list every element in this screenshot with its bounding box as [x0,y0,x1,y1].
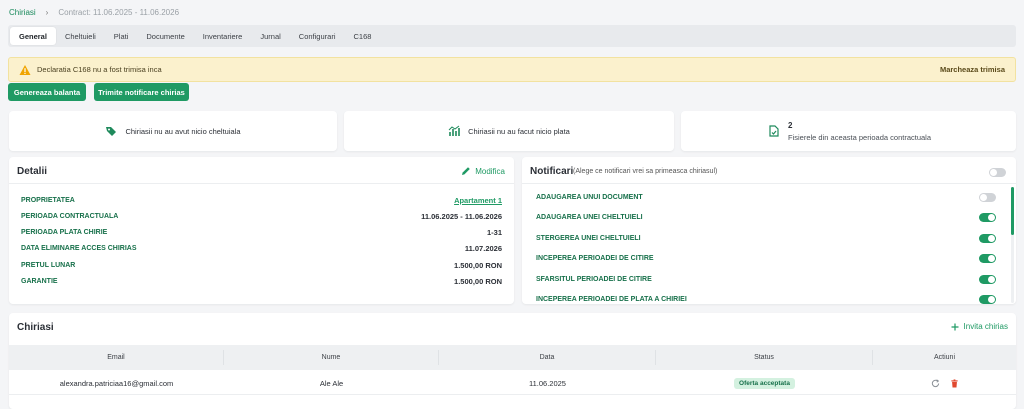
alert-text: Declaratia C168 nu a fost trimisa inca [37,65,162,74]
notif-label: ADAUGAREA UNEI CHELTUIELI [536,213,643,221]
generate-balance-button[interactable]: Genereaza balanta [8,83,86,101]
notif-row-add-expense: ADAUGAREA UNEI CHELTUIELI [536,211,996,223]
edit-details-button[interactable]: Modifica [461,166,505,176]
notif-label: INCEPEREA PERIOADEI DE PLATA A CHIRIEI [536,295,687,303]
notif-row-add-document: ADAUGAREA UNUI DOCUMENT [536,191,996,203]
notif-row-delete-expense: STERGEREA UNEI CHELTUIELI [536,232,996,244]
tenant-email: alexandra.patriciaa16@gmail.com [59,379,174,388]
file-icon [769,125,779,137]
detail-label: PERIOADA PLATA CHIRIE [21,228,108,236]
column-header-date: Data [439,350,656,365]
tab-jurnal[interactable]: Jurnal [251,27,289,45]
notifications-title: Notificari [530,166,574,177]
notif-toggle[interactable] [979,253,996,263]
breadcrumb: Chiriasi › Contract: 11.06.2025 - 11.06.… [9,6,179,18]
details-card: Detalii Modifica PROPRIETATEA Apartament… [9,157,514,304]
notif-label: ADAUGAREA UNUI DOCUMENT [536,193,643,201]
warning-icon [19,64,31,75]
notif-toggle[interactable] [979,192,996,202]
detail-value: 1.500,00 RON [454,276,502,286]
notif-label: SFARSITUL PERIOADEI DE CITIRE [536,275,652,283]
notif-toggle[interactable] [979,274,996,284]
expenses-stat-text: Chiriasii nu au avut nicio cheltuiala [125,126,241,136]
files-label: Fisierele din aceasta perioada contractu… [788,132,932,142]
tenant-date: 11.06.2025 [529,379,566,388]
notif-toggle[interactable] [979,233,996,243]
tenants-title: Chiriasi [17,322,54,333]
breadcrumb-current: Contract: 11.06.2025 - 11.06.2026 [58,7,180,17]
details-divider [9,183,514,184]
table-row: alexandra.patriciaa16@gmail.com Ale Ale … [9,373,1016,395]
refresh-icon[interactable] [931,379,940,388]
notif-row-reading-end: SFARSITUL PERIOADEI DE CITIRE [536,273,996,285]
notif-row-reading-start: INCEPEREA PERIOADEI DE CITIRE [536,252,996,264]
tab-inventariere[interactable]: Inventariere [194,27,252,45]
coins-icon [448,125,460,136]
column-header-status: Status [656,350,873,365]
detail-value: 1.500,00 RON [454,260,502,270]
detail-value: 11.06.2025 - 11.06.2026 [421,211,502,221]
detail-label: PRETUL LUNAR [21,261,76,269]
notifications-master-toggle[interactable] [989,168,1006,177]
notifications-subtitle: (Alege ce notificari vrei sa primeasca c… [573,168,718,175]
notif-label: INCEPEREA PERIOADEI DE CITIRE [536,254,654,262]
files-count: 2 [788,120,793,130]
tab-cheltuieli[interactable]: Cheltuieli [56,27,105,45]
tenant-actions [873,373,1016,394]
column-header-actions: Actiuni [933,354,955,361]
c168-alert: Declaratia C168 nu a fost trimisa inca M… [8,57,1016,82]
edit-details-label: Modifica [475,166,505,176]
detail-row-payment-period: PERIOADA PLATA CHIRIE 1-31 [21,226,502,238]
tenants-card: Chiriasi Invita chirias Email Nume Data … [9,313,1016,409]
notifications-card: Notificari (Alege ce notificari vrei sa … [522,157,1016,304]
detail-row-deposit: GARANTIE 1.500,00 RON [21,275,502,287]
tenants-table-header: Email Nume Data Status Actiuni [9,345,1016,370]
invite-tenant-button[interactable]: Invita chirias [951,322,1008,331]
detail-row-monthly-price: PRETUL LUNAR 1.500,00 RON [21,259,502,271]
detail-row-property: PROPRIETATEA Apartament 1 [21,194,502,206]
detail-row-contract-period: PERIOADA CONTRACTUALA 11.06.2025 - 11.06… [21,210,502,222]
payments-stat-text: Chiriasii nu au facut nicio plata [468,126,570,136]
notifications-scrollbar-thumb[interactable] [1011,187,1014,235]
invite-tenant-label: Invita chirias [963,322,1008,331]
detail-value: 11.07.2026 [464,243,502,253]
tab-configurari[interactable]: Configurari [290,27,345,45]
detail-row-access-removal: DATA ELIMINARE ACCES CHIRIAS 11.07.2026 [21,242,502,254]
tab-plati[interactable]: Plati [105,27,138,45]
tenant-name: Ale Ale [319,379,344,388]
tenant-status-cell: Oferta acceptata [656,373,873,394]
notif-label: STERGEREA UNEI CHELTUIELI [536,234,641,242]
notifications-divider [522,183,1016,184]
status-badge: Oferta acceptata [734,378,795,389]
detail-label: GARANTIE [21,277,58,285]
tab-c168[interactable]: C168 [344,27,380,45]
detail-label: PERIOADA CONTRACTUALA [21,212,119,220]
notif-toggle[interactable] [979,294,996,304]
tab-bar: General Cheltuieli Plati Documente Inven… [8,25,1016,47]
detail-value: 1-31 [486,227,502,237]
files-stat-card: 2 Fisierele din aceasta perioada contrac… [681,111,1016,151]
column-header-email: Email [9,350,224,365]
plus-icon [951,323,959,330]
tab-general[interactable]: General [10,27,56,45]
breadcrumb-root-link[interactable]: Chiriasi [9,8,36,17]
trash-icon[interactable] [950,379,959,388]
pencil-icon [462,167,471,175]
detail-label: PROPRIETATEA [21,196,75,204]
details-title: Detalii [17,166,48,177]
notif-toggle[interactable] [979,212,996,222]
column-header-name: Nume [224,350,439,365]
notif-row-rent-payment-start: INCEPEREA PERIOADEI DE PLATA A CHIRIEI [536,293,996,304]
breadcrumb-separator: › [45,7,49,17]
detail-label: DATA ELIMINARE ACCES CHIRIAS [21,244,137,252]
send-notification-button[interactable]: Trimite notificare chirias [94,83,189,101]
tab-documente[interactable]: Documente [137,27,193,45]
expenses-stat-card: Chiriasii nu au avut nicio cheltuiala [9,111,337,151]
payments-stat-card: Chiriasii nu au facut nicio plata [344,111,674,151]
tag-icon [106,127,117,136]
mark-sent-button[interactable]: Marcheaza trimisa [940,65,1005,74]
property-link[interactable]: Apartament 1 [454,196,502,205]
